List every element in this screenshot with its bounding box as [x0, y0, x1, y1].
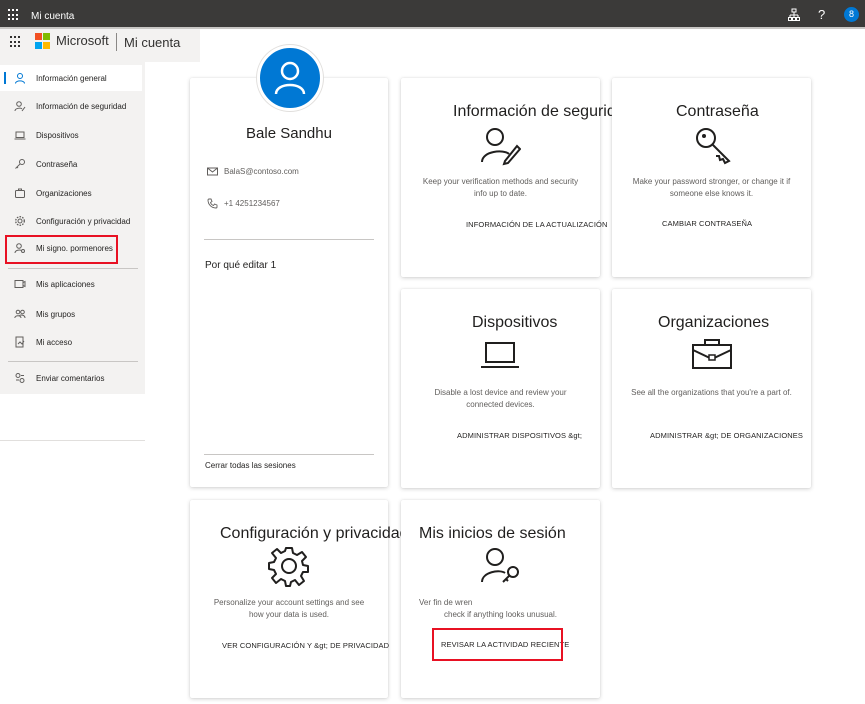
sidebar-item-label: Dispositivos	[36, 130, 79, 140]
sidebar-item-password[interactable]: Contraseña	[0, 151, 142, 177]
desc-line: how your data is used.	[248, 610, 330, 619]
microsoft-logo	[35, 33, 51, 49]
org-chart-icon[interactable]	[787, 8, 801, 22]
settings-privacy-description: Personalize your account settings and se…	[190, 597, 388, 621]
sidebar-item-label: Información de seguridad	[36, 101, 127, 111]
brand-divider	[116, 33, 117, 51]
devices-description: Disable a lost device and review your co…	[401, 387, 600, 411]
security-info-icon	[14, 101, 26, 112]
devices-title: Dispositivos	[472, 314, 558, 331]
profile-divider	[204, 454, 374, 455]
briefcase-icon	[15, 188, 25, 198]
person-icon	[15, 73, 25, 84]
sidebar: Información general Información de segur…	[0, 62, 145, 394]
manage-devices-link[interactable]: ADMINISTRAR DISPOSITIVOS &gt;	[457, 431, 582, 440]
sidebar-item-label: Mis aplicaciones	[36, 279, 95, 289]
security-info-icon	[481, 128, 521, 166]
access-icon	[15, 336, 25, 348]
sidebar-item-label: Configuración y privacidad	[36, 216, 131, 226]
sidebar-item-my-apps[interactable]: Mis aplicaciones	[0, 271, 142, 297]
apps-icon	[14, 280, 26, 288]
settings-privacy-title: Configuración y privacidad	[220, 525, 409, 542]
topbar-title: Mi cuenta	[31, 11, 75, 22]
brand-name: Microsoft	[56, 33, 109, 48]
waffle-icon[interactable]	[10, 36, 22, 48]
sidebar-item-my-access[interactable]: Mi acceso	[0, 329, 142, 355]
manage-organizations-link[interactable]: ADMINISTRAR &gt; DE ORGANIZACIONES	[650, 431, 803, 440]
sidebar-item-label: Contraseña	[36, 159, 78, 169]
sidebar-divider	[8, 361, 138, 362]
desc-line: connected devices.	[466, 400, 535, 409]
key-icon	[15, 159, 25, 169]
top-bar: Mi cuenta ? 8	[0, 0, 865, 29]
key-icon	[696, 128, 731, 165]
profile-divider	[204, 239, 374, 240]
desc-line: See all the organizations that you're a …	[631, 388, 792, 397]
person-icon	[274, 61, 306, 95]
security-info-description: Keep your verification methods and secur…	[401, 176, 600, 200]
profile-phone: +1 4251234567	[224, 199, 280, 208]
desc-line: someone else knows it.	[669, 189, 754, 198]
gear-icon	[268, 547, 309, 587]
profile-email: BalaS@contoso.com	[224, 167, 299, 176]
profile-email-row: BalaS@contoso.com	[207, 166, 299, 177]
profile-phone-row: +1 4251234567	[207, 198, 280, 209]
change-password-link[interactable]: CAMBIAR CONTRASEÑA	[662, 219, 752, 228]
sign-in-icon	[481, 548, 519, 583]
sidebar-item-organizations[interactable]: Organizaciones	[0, 180, 142, 206]
sign-out-everywhere-link[interactable]: Cerrar todas las sesiones	[205, 461, 296, 470]
laptop-icon	[14, 131, 26, 140]
desc-line: Keep your verification methods and secur…	[422, 177, 579, 186]
sidebar-item-devices[interactable]: Dispositivos	[0, 122, 142, 148]
gear-icon	[15, 216, 25, 226]
security-info-title: Información de seguridad	[453, 103, 634, 120]
profile-name: Bale Sandhu	[246, 125, 332, 142]
sidebar-divider	[8, 268, 138, 269]
sidebar-item-label: Organizaciones	[36, 188, 92, 198]
sidebar-item-settings[interactable]: Configuración y privacidad	[0, 208, 142, 234]
highlight-box-review	[432, 628, 563, 661]
desc-line: Ver fin de wren	[419, 598, 473, 607]
sidebar-bottom-divider	[0, 440, 145, 441]
sidebar-item-label: Mis grupos	[36, 309, 76, 319]
profile-avatar[interactable]	[257, 45, 323, 111]
feedback-icon	[15, 373, 25, 383]
desc-line: check if anything looks unusual.	[444, 610, 557, 619]
desc-line: Make your password stronger, or change i…	[632, 177, 791, 186]
sidebar-item-label: Mi acceso	[36, 337, 73, 347]
mail-icon	[207, 167, 218, 176]
organizations-title: Organizaciones	[658, 314, 770, 331]
sidebar-item-feedback[interactable]: Enviar comentarios	[0, 365, 142, 391]
groups-icon	[14, 309, 26, 319]
desc-line: Disable a lost device and review your	[434, 388, 567, 397]
desc-line: Personalize your account settings and se…	[213, 598, 365, 607]
brand-bar: Microsoft Mi cuenta	[0, 29, 200, 62]
update-info-link[interactable]: INFORMACIÓN DE LA ACTUALIZACIÓN	[466, 220, 607, 229]
briefcase-icon	[692, 339, 732, 369]
app-name[interactable]: Mi cuenta	[124, 35, 180, 50]
my-signins-description: Ver fin de wren check if anything looks …	[401, 597, 600, 621]
highlight-box-sidebar	[5, 235, 118, 264]
sidebar-item-my-groups[interactable]: Mis grupos	[0, 301, 142, 327]
app-launcher-icon[interactable]	[8, 9, 20, 21]
view-settings-privacy-link[interactable]: VER CONFIGURACIÓN Y &gt; DE PRIVACIDAD	[222, 641, 389, 650]
sidebar-item-security-info[interactable]: Información de seguridad	[0, 93, 142, 119]
help-icon[interactable]: ?	[818, 7, 825, 22]
account-avatar[interactable]: 8	[844, 7, 859, 22]
sidebar-item-label: Información general	[36, 73, 107, 83]
password-title: Contraseña	[676, 103, 759, 120]
organizations-description: See all the organizations that you're a …	[612, 387, 811, 399]
why-edit-link[interactable]: Por qué editar 1	[205, 260, 276, 271]
desc-line: info up to date.	[474, 189, 527, 198]
password-description: Make your password stronger, or change i…	[612, 176, 811, 200]
laptop-icon	[481, 342, 519, 368]
phone-icon	[207, 198, 218, 209]
sidebar-item-label: Enviar comentarios	[36, 373, 105, 383]
sidebar-item-overview[interactable]: Información general	[0, 65, 142, 91]
my-signins-title: Mis inicios de sesión	[419, 525, 566, 542]
